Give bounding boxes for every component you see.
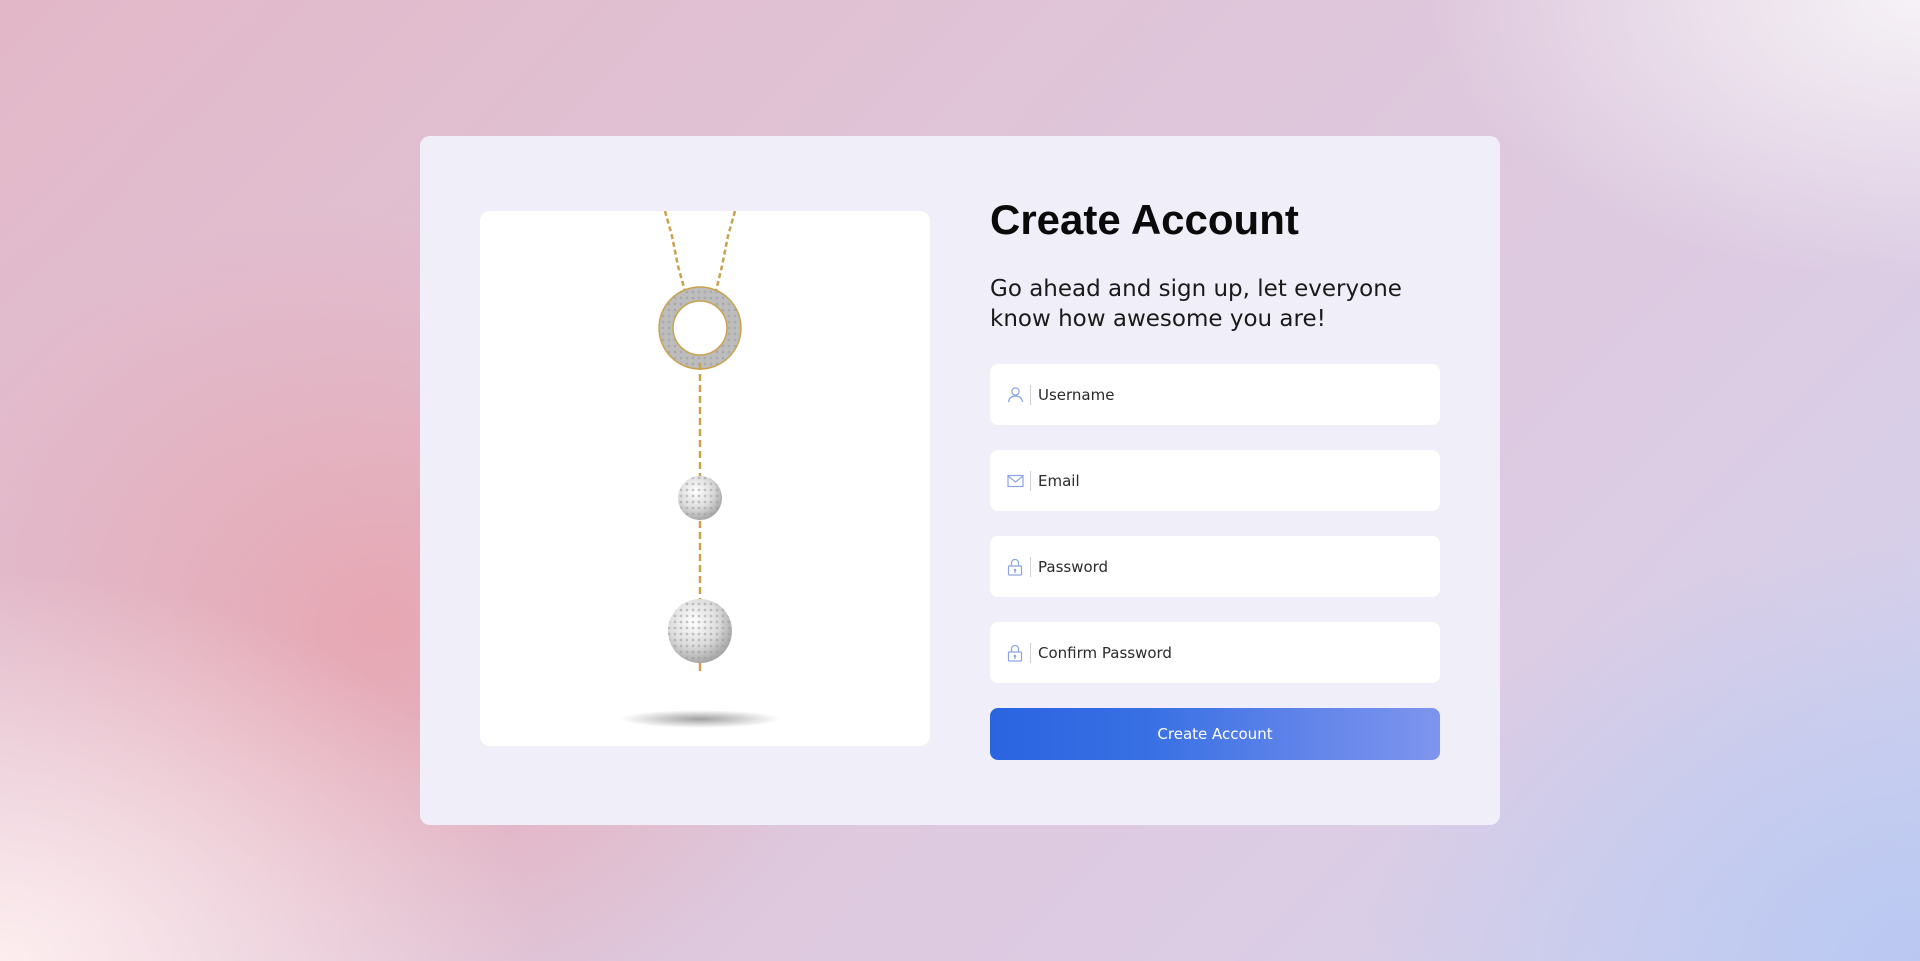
- necklace-image: [620, 211, 780, 728]
- email-input[interactable]: [1038, 450, 1440, 511]
- email-field: [990, 450, 1440, 511]
- password-input[interactable]: [1038, 536, 1440, 597]
- username-input[interactable]: [1038, 364, 1440, 425]
- lock-icon: [1006, 644, 1024, 662]
- create-account-button[interactable]: Create Account: [990, 708, 1440, 760]
- lock-icon: [1006, 558, 1024, 576]
- page-title: Create Account: [990, 196, 1299, 243]
- confirm-password-field: [990, 622, 1440, 683]
- field-divider: [1030, 384, 1031, 405]
- signup-form: Create Account Go ahead and sign up, let…: [990, 196, 1440, 760]
- field-divider: [1030, 556, 1031, 577]
- username-field: [990, 364, 1440, 425]
- field-divider: [1030, 642, 1031, 663]
- user-icon: [1006, 386, 1024, 404]
- page-subtitle: Go ahead and sign up, let everyone know …: [990, 276, 1402, 332]
- mail-icon: [1006, 472, 1024, 490]
- signup-card: Create Account Go ahead and sign up, let…: [420, 136, 1500, 825]
- product-image: [480, 211, 930, 746]
- field-divider: [1030, 470, 1031, 491]
- confirm-password-input[interactable]: [1038, 622, 1440, 683]
- password-field: [990, 536, 1440, 597]
